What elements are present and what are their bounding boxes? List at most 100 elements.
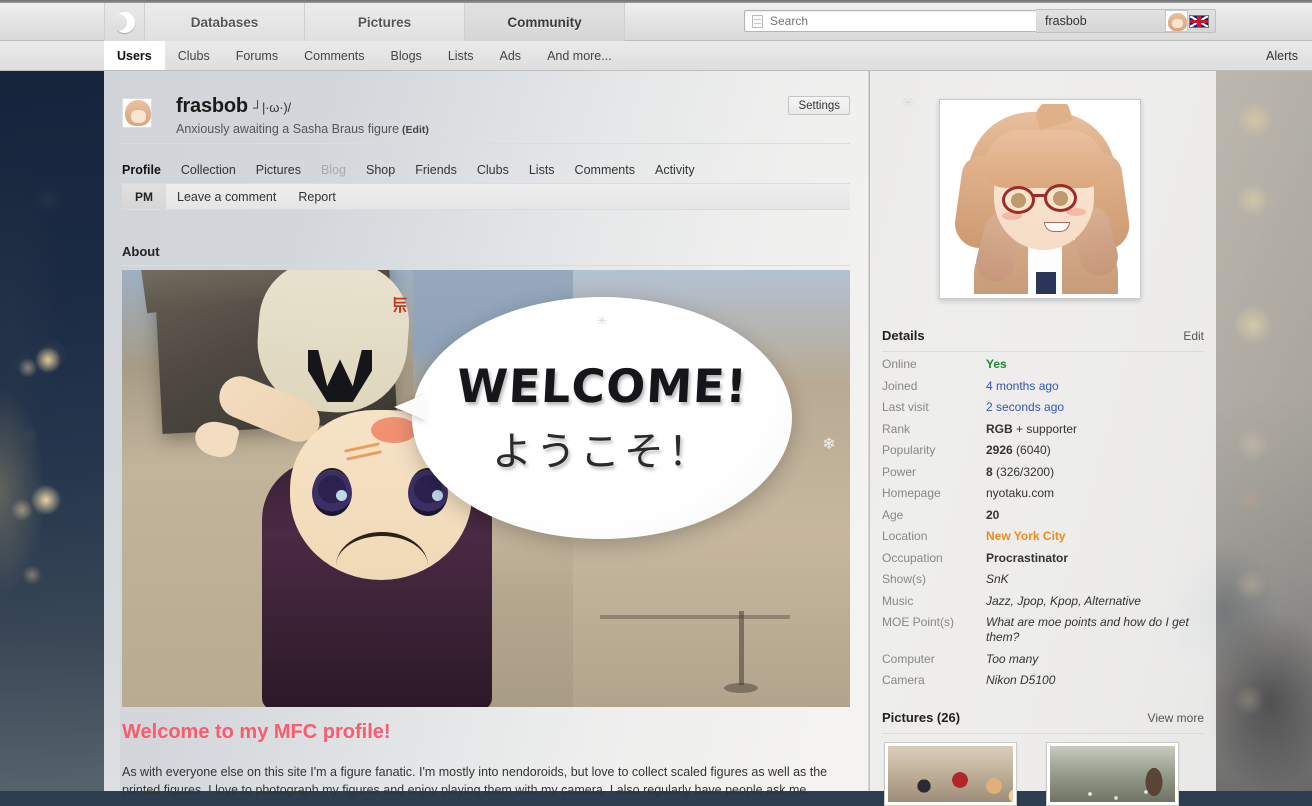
detail-value[interactable]: 2 seconds ago <box>986 400 1204 415</box>
subtab-lists[interactable]: Lists <box>435 41 487 71</box>
profile-small-avatar[interactable] <box>122 98 152 128</box>
profile-tab-blog[interactable]: Blog <box>321 163 346 177</box>
search-icon <box>752 14 763 28</box>
profile-tab-activity[interactable]: Activity <box>655 163 695 177</box>
pictures-divider <box>882 733 1204 734</box>
popularity-value: 2926 <box>986 443 1013 457</box>
report-label: Report <box>298 189 336 204</box>
details-heading: Details <box>882 328 925 343</box>
subtab-and-more[interactable]: And more... <box>534 41 625 71</box>
picture-thumbnail-2[interactable] <box>1046 742 1179 806</box>
detail-row-last-visit: Last visit 2 seconds ago <box>882 400 1204 415</box>
detail-value: Procrastinator <box>986 550 1069 565</box>
detail-value[interactable]: 4 months ago <box>986 379 1204 394</box>
detail-key: Last visit <box>882 400 929 414</box>
profile-tab-friends[interactable]: Friends <box>415 163 457 177</box>
detail-row-joined: Joined 4 months ago <box>882 379 1204 394</box>
profile-name: frasbob <box>176 95 248 117</box>
detail-row-popularity: Popularity 2926 (6040) <box>882 443 1204 458</box>
subtab-ads[interactable]: Ads <box>487 41 535 71</box>
subtab-label-ads: Ads <box>499 49 522 63</box>
avatar-artwork <box>944 104 1136 294</box>
speech-bubble: ✳ WELCOME! ようこそ！ <box>412 297 792 539</box>
detail-row-location: Location New York City <box>882 529 1204 544</box>
rank-suffix: + supporter <box>1012 421 1078 436</box>
profile-tagline-text: Anxiously awaiting a Sasha Braus figure <box>176 122 400 136</box>
report-link[interactable]: Report <box>287 184 347 209</box>
detail-row-power: Power 8 (326/3200) <box>882 465 1204 480</box>
alerts-label: Alerts <box>1266 49 1298 63</box>
subtab-clubs[interactable]: Clubs <box>165 41 223 71</box>
detail-row-moe-points: MOE Point(s) What are moe points and how… <box>882 615 1204 645</box>
bubble-text-japanese: ようこそ！ <box>492 429 712 475</box>
avatar-glasses-bridge <box>1033 194 1047 197</box>
site-logo[interactable] <box>104 3 145 41</box>
bubble-text-english: WELCOME! <box>455 359 749 413</box>
leave-comment-link[interactable]: Leave a comment <box>166 184 287 209</box>
background-left-bokeh <box>0 70 120 791</box>
power-progress: (326/3200) <box>992 464 1055 479</box>
profile-tab-collection[interactable]: Collection <box>181 163 236 177</box>
pictures-heading: Pictures (26) <box>882 710 961 725</box>
thumbnail-image <box>1050 746 1175 802</box>
detail-value: Nikon D5100 <box>986 673 1056 687</box>
profile-action-bar: PM Leave a comment Report <box>122 183 850 210</box>
pictures-view-more-link[interactable]: View more <box>1148 711 1204 725</box>
profile-tagline: Anxiously awaiting a Sasha Braus figure(… <box>176 122 429 136</box>
details-edit-link[interactable]: Edit <box>1183 329 1204 343</box>
profile-tab-comments[interactable]: Comments <box>575 163 635 177</box>
detail-row-age: Age 20 <box>882 508 1204 523</box>
hero-rod <box>739 611 744 685</box>
profile-tab-lists[interactable]: Lists <box>529 163 555 177</box>
welcome-paragraph: As with everyone else on this site I'm a… <box>122 765 828 797</box>
subtab-blogs[interactable]: Blogs <box>378 41 435 71</box>
nav-item-community[interactable]: Community <box>465 3 625 41</box>
profile-tab-label-blog: Blog <box>320 163 346 177</box>
detail-key: Online <box>882 357 917 371</box>
uk-flag-icon[interactable] <box>1189 14 1209 28</box>
profile-tab-clubs[interactable]: Clubs <box>477 163 509 177</box>
profile-kaomoji: ┘|·ω·)/ <box>252 100 291 115</box>
subtab-label-lists: Lists <box>447 49 474 63</box>
profile-tab-label-friends: Friends <box>415 163 457 177</box>
detail-value[interactable]: New York City <box>986 529 1204 544</box>
detail-key: Power <box>882 464 917 479</box>
nav-label-community: Community <box>507 14 582 30</box>
alerts-link[interactable]: Alerts <box>1266 41 1298 71</box>
avatar-collar <box>1036 272 1056 294</box>
profile-tab-pictures[interactable]: Pictures <box>256 163 301 177</box>
subtab-label-comments: Comments <box>304 49 365 63</box>
sidebar-column: ✳ Details Edit Online Yes Joined 4 month… <box>870 71 1216 806</box>
subtab-users[interactable]: Users <box>104 41 165 71</box>
detail-value: Too many <box>986 651 1039 666</box>
detail-value: RGB + supporter <box>986 422 1204 437</box>
subtab-label-users: Users <box>117 49 152 63</box>
detail-value: 2926 (6040) <box>986 443 1204 458</box>
profile-tab-shop[interactable]: Shop <box>366 163 395 177</box>
bubble-sparkle-icon: ✳ <box>596 313 608 328</box>
pm-button[interactable]: PM <box>122 184 166 209</box>
gear-icon[interactable]: ✳ <box>900 96 916 112</box>
user-avatar-icon[interactable] <box>1165 10 1188 32</box>
detail-key: Computer <box>882 651 935 666</box>
profile-tab-label-activity: Activity <box>654 163 695 177</box>
subtab-forums[interactable]: Forums <box>223 41 291 71</box>
detail-value[interactable]: nyotaku.com <box>986 486 1204 501</box>
leave-comment-label: Leave a comment <box>177 189 277 204</box>
picture-thumbnail-1[interactable] <box>884 742 1017 806</box>
profile-avatar-image[interactable] <box>939 99 1141 299</box>
details-divider <box>882 351 1204 352</box>
profile-tab-profile[interactable]: Profile <box>122 163 161 177</box>
subtab-label-blogs: Blogs <box>390 49 422 63</box>
settings-button-label: Settings <box>798 99 840 112</box>
nav-item-databases[interactable]: Databases <box>145 3 305 41</box>
nav-item-pictures[interactable]: Pictures <box>305 3 465 41</box>
detail-key: MOE Point(s) <box>882 615 955 629</box>
tagline-edit-link[interactable]: (Edit) <box>402 124 429 136</box>
user-menu[interactable]: frasbob <box>1036 9 1216 33</box>
welcome-heading: Welcome to my MFC profile! <box>122 721 391 743</box>
settings-button[interactable]: Settings <box>788 96 850 115</box>
popularity-total: (6040) <box>1012 443 1051 457</box>
subtab-comments[interactable]: Comments <box>291 41 377 71</box>
about-heading: About <box>122 244 160 259</box>
